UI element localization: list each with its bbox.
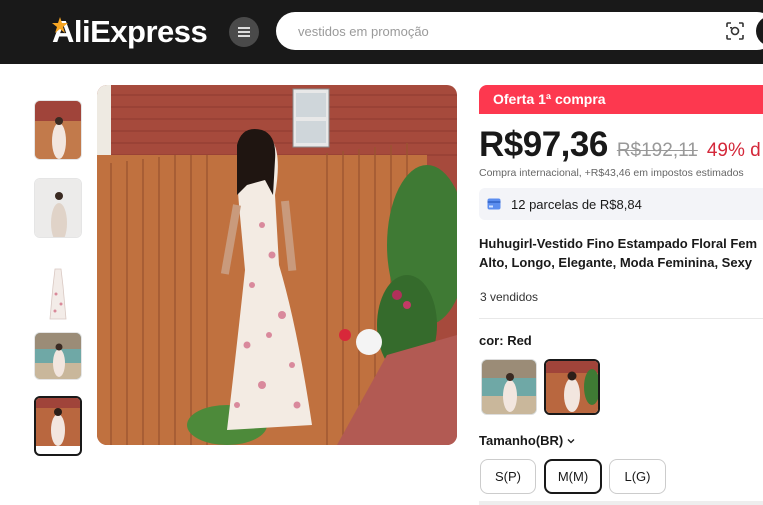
main-product-image[interactable]: [97, 85, 457, 445]
product-title-line-2: Alto, Longo, Elegante, Moda Feminina, Se…: [479, 255, 753, 270]
tax-note: Compra internacional, +R$43,46 em impost…: [479, 167, 744, 179]
logo-text: AliExpress: [52, 14, 208, 49]
installments-text: 12 parcelas de R$8,84: [511, 196, 642, 212]
product-photo: [97, 85, 457, 445]
product-title: Huhugirl-Vestido Fino Estampado Floral F…: [479, 234, 763, 272]
sold-count: 3 vendidos: [480, 290, 539, 304]
color-swatch-1[interactable]: [481, 359, 537, 415]
size-label-text: Tamanho(BR): [479, 433, 564, 448]
divider: [479, 318, 763, 319]
size-option-l[interactable]: L(G): [609, 459, 666, 494]
search-button[interactable]: [756, 16, 763, 46]
original-price: R$192,11: [616, 140, 698, 161]
swatch-image: [482, 360, 536, 414]
thumbnail-image: [36, 398, 80, 446]
color-value: Red: [507, 333, 532, 348]
menu-icon: [238, 31, 250, 33]
thumbnail-3[interactable]: [34, 264, 82, 324]
product-title-line-1: Huhugirl-Vestido Fino Estampado Floral F…: [479, 236, 758, 251]
next-section-edge: [479, 501, 763, 505]
price-row: R$97,36 R$192,11 49% d: [479, 125, 761, 167]
size-option-s[interactable]: S(P): [480, 459, 536, 494]
thumbnail-image: [35, 101, 81, 159]
search-bar: [276, 12, 763, 50]
logo-mark-icon: [52, 17, 68, 33]
first-purchase-badge: Oferta 1ª compra: [479, 85, 763, 114]
top-header: AliExpress: [0, 0, 763, 64]
thumbnail-image: [34, 264, 82, 324]
thumbnail-5[interactable]: [34, 396, 82, 456]
chevron-down-icon: [567, 438, 575, 443]
aliexpress-logo[interactable]: AliExpress: [52, 14, 208, 50]
installments-box[interactable]: 12 parcelas de R$8,84: [479, 188, 763, 220]
size-option-m[interactable]: M(M): [544, 459, 602, 494]
current-price: R$97,36: [479, 125, 608, 164]
camera-search-icon[interactable]: [725, 21, 745, 41]
color-label: cor: Red: [479, 333, 532, 348]
thumbnail-4[interactable]: [34, 332, 82, 380]
card-icon: [487, 198, 501, 210]
swatch-image: [546, 361, 598, 413]
size-label[interactable]: Tamanho(BR): [479, 433, 576, 448]
thumbnail-image: [35, 333, 81, 379]
color-swatch-2[interactable]: [544, 359, 600, 415]
color-label-prefix: cor:: [479, 333, 504, 348]
search-input[interactable]: [298, 12, 698, 50]
thumbnail-image: [35, 179, 81, 237]
thumbnail-1[interactable]: [34, 100, 82, 160]
menu-button[interactable]: [229, 17, 259, 47]
discount-percent: 49% d: [706, 140, 761, 161]
thumbnail-2[interactable]: [34, 178, 82, 238]
